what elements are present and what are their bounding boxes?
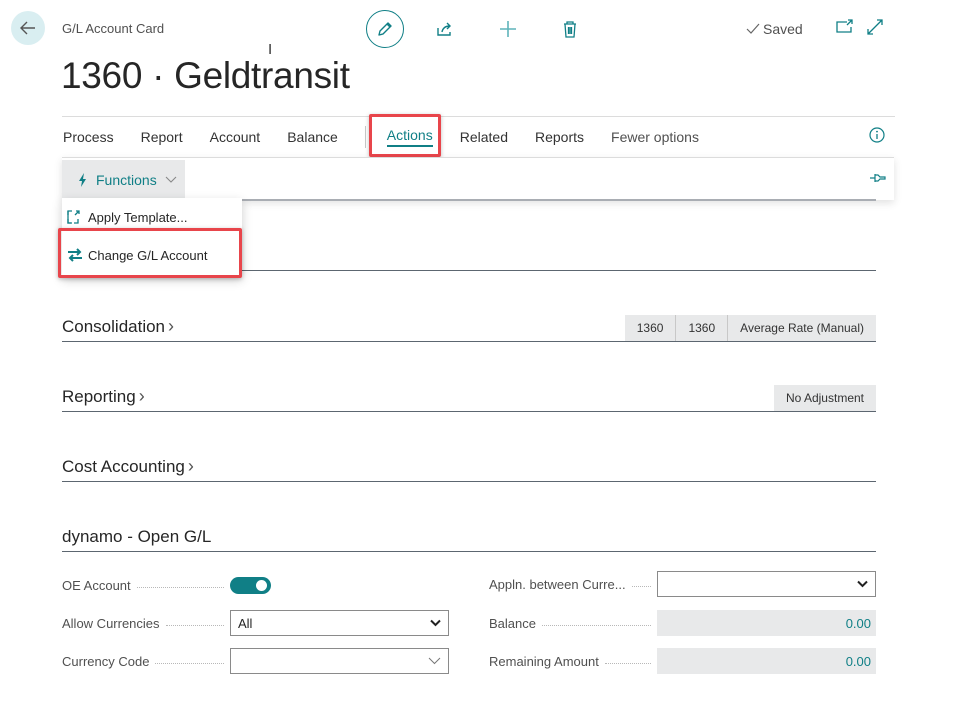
- balance-value[interactable]: 0.00: [657, 610, 876, 636]
- new-button[interactable]: [493, 14, 523, 44]
- field-balance: Balance 0.00: [489, 610, 876, 636]
- field-label: Currency Code: [62, 653, 150, 669]
- delete-button[interactable]: [555, 14, 585, 44]
- tab-reports[interactable]: Reports: [535, 117, 584, 157]
- fewer-options-button[interactable]: Fewer options: [611, 117, 699, 157]
- pin-button[interactable]: [870, 171, 886, 189]
- fasttab-header-reporting[interactable]: Reporting ›: [62, 386, 145, 407]
- remaining-amount-value[interactable]: 0.00: [657, 648, 876, 674]
- summary-value: Average Rate (Manual): [727, 315, 876, 341]
- chevron-down-icon: [430, 619, 441, 627]
- page-title: 1360 · Geldtransit: [61, 55, 350, 96]
- highlight-box-change-gl-account: [58, 228, 242, 278]
- lightning-icon: [79, 173, 86, 187]
- info-button[interactable]: [869, 127, 885, 148]
- chevron-right-icon: ›: [187, 456, 194, 476]
- fasttab-reporting: Reporting › No Adjustment: [62, 382, 876, 412]
- select-value: All: [238, 615, 253, 631]
- field-label: OE Account: [62, 577, 131, 593]
- fasttab-consolidation: Consolidation › 1360 1360 Average Rate (M…: [62, 312, 876, 342]
- field-appln-between-currencies: Appln. between Curre...: [489, 571, 876, 597]
- fasttab-header-dynamo-open-gl[interactable]: dynamo - Open G/L: [62, 527, 211, 547]
- tab-report[interactable]: Report: [141, 117, 183, 157]
- apply-template-icon: [67, 210, 80, 224]
- expand-icon[interactable]: [866, 18, 884, 36]
- tab-process[interactable]: Process: [63, 117, 114, 157]
- allow-currencies-select[interactable]: All: [230, 610, 449, 636]
- check-icon: [746, 23, 760, 34]
- field-oe-account: OE Account: [62, 572, 449, 598]
- tab-account[interactable]: Account: [210, 117, 261, 157]
- pin-icon: [870, 174, 886, 182]
- chevron-down-icon: [857, 580, 868, 588]
- tab-balance[interactable]: Balance: [287, 117, 338, 157]
- field-currency-code: Currency Code: [62, 648, 449, 674]
- share-icon: [437, 22, 451, 36]
- functions-menu-button[interactable]: Functions: [62, 160, 185, 200]
- back-button[interactable]: [11, 11, 45, 45]
- actions-sub-bar: Functions: [62, 157, 894, 200]
- pencil-icon: [378, 22, 392, 36]
- currency-code-input[interactable]: [230, 648, 449, 674]
- plus-icon: [500, 21, 516, 37]
- highlight-box-actions: [369, 114, 441, 157]
- fasttab-header-cost-accounting[interactable]: Cost Accounting ›: [62, 456, 194, 477]
- page-caption: G/L Account Card: [62, 21, 165, 36]
- field-allow-currencies: Allow Currencies All: [62, 610, 449, 636]
- appln-between-currencies-select[interactable]: [657, 571, 876, 597]
- field-remaining-amount: Remaining Amount 0.00: [489, 648, 876, 674]
- action-bar-separator: [364, 126, 366, 148]
- summary-value: 1360: [675, 315, 728, 341]
- edit-button[interactable]: [366, 10, 404, 48]
- summary-value: 1360: [624, 315, 676, 341]
- chevron-right-icon: ›: [168, 316, 175, 336]
- field-label: Balance: [489, 615, 536, 631]
- save-status-text: Saved: [763, 21, 803, 37]
- fasttab-dynamo-open-gl: dynamo - Open G/L: [62, 522, 876, 552]
- fasttab-summary: No Adjustment: [773, 385, 876, 411]
- field-label: Allow Currencies: [62, 615, 160, 631]
- save-status: Saved: [746, 21, 803, 37]
- oe-account-toggle[interactable]: [230, 576, 271, 594]
- tab-related[interactable]: Related: [460, 117, 508, 157]
- field-label: Appln. between Curre...: [489, 576, 626, 592]
- fasttab-header-consolidation[interactable]: Consolidation ›: [62, 316, 174, 337]
- share-button[interactable]: [430, 14, 460, 44]
- chevron-down-icon: [165, 176, 177, 183]
- action-bar: Process Report Account Balance Actions R…: [62, 116, 895, 157]
- chevron-right-icon: ›: [138, 386, 145, 406]
- info-icon: [869, 127, 885, 143]
- section-divider: [242, 270, 876, 271]
- arrow-left-icon: [20, 21, 35, 35]
- field-label: Remaining Amount: [489, 653, 599, 669]
- fasttab-summary: 1360 1360 Average Rate (Manual): [624, 315, 876, 341]
- window-controls: [836, 18, 884, 36]
- chevron-down-icon: [428, 657, 441, 665]
- open-in-new-window-icon[interactable]: [836, 18, 854, 36]
- page-actions: [366, 10, 585, 48]
- trash-icon: [564, 21, 576, 38]
- summary-value: No Adjustment: [773, 385, 876, 411]
- menu-item-label: Apply Template...: [88, 209, 188, 225]
- fasttab-cost-accounting: Cost Accounting ›: [62, 452, 876, 482]
- functions-label: Functions: [96, 172, 157, 188]
